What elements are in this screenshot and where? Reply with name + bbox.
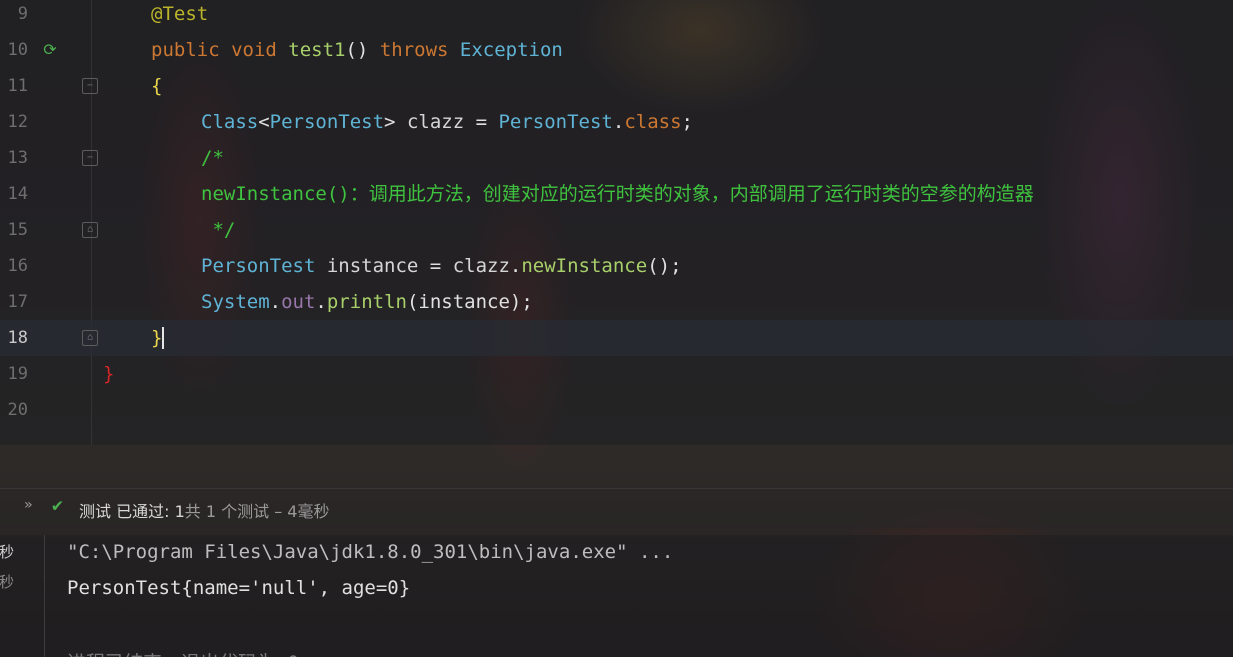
code-text[interactable]: } <box>103 356 114 392</box>
code-token: (instance); <box>406 291 533 313</box>
code-text[interactable]: newInstance()：调用此方法，创建对应的运行时类的对象，内部调用了运行… <box>201 176 1034 212</box>
code-token: ; <box>681 111 693 133</box>
test-summary: 共 1 个测试 – 4毫秒 <box>184 502 330 521</box>
line-number[interactable]: 10 <box>0 32 28 68</box>
line-number[interactable]: 15 <box>0 212 28 248</box>
fold-marker-icon[interactable]: ⌂ <box>82 330 98 346</box>
code-line[interactable]: 18 ⌂} <box>0 320 1233 356</box>
line-number[interactable]: 13 <box>0 140 28 176</box>
console-command-line: "C:\Program Files\Java\jdk1.8.0_301\bin\… <box>67 541 674 563</box>
code-token: class <box>624 111 682 133</box>
code-token: > <box>384 111 407 133</box>
code-editor[interactable]: 9 @Test 10 ⟳ public void test1() throws Exce… <box>0 0 1233 445</box>
code-token: PersonTest <box>201 255 327 277</box>
code-line[interactable]: 14 newInstance()：调用此方法，创建对应的运行时类的对象，内部调用了… <box>0 176 1233 212</box>
code-token: clazz <box>452 255 510 277</box>
code-text[interactable]: System.out.println(instance); <box>201 284 533 320</box>
line-number[interactable]: 20 <box>0 392 28 428</box>
console-exit-line: 进程已结束，退出代码为 0 <box>67 648 299 657</box>
code-text[interactable]: PersonTest instance = clazz.newInstance(… <box>201 248 682 284</box>
code-line[interactable]: 16 PersonTest instance = clazz.newInstanc… <box>0 248 1233 284</box>
check-icon: ✔ <box>52 495 63 516</box>
code-token: Exception <box>459 39 563 61</box>
line-number[interactable]: 16 <box>0 248 28 284</box>
line-number[interactable]: 17 <box>0 284 28 320</box>
code-token: /* <box>201 147 224 169</box>
code-token: = <box>429 255 453 277</box>
code-token: newInstance()：调用此方法，创建对应的运行时类的对象，内部调用了运行… <box>201 183 1034 205</box>
chevron-right-icon[interactable]: » <box>24 497 32 513</box>
code-text[interactable]: Class<PersonTest> clazz = PersonTest.cla… <box>201 104 693 140</box>
line-number[interactable]: 14 <box>0 176 28 212</box>
code-token: clazz <box>406 111 476 133</box>
fold-marker-icon[interactable]: − <box>82 78 98 94</box>
test-time-label: 毫秒 <box>0 573 15 591</box>
test-time-label: 毫秒 <box>0 543 15 561</box>
code-token: . <box>509 255 522 277</box>
line-number[interactable]: 19 <box>0 356 28 392</box>
code-text[interactable]: public void test1() throws Exception <box>151 32 563 68</box>
fold-marker-icon[interactable]: − <box>82 150 98 166</box>
console-output-line: PersonTest{name='null', age=0} <box>67 577 411 599</box>
code-line[interactable]: 11 − { <box>0 68 1233 104</box>
code-line[interactable]: 19} <box>0 356 1233 392</box>
run-test-icon[interactable]: ⟳ <box>40 32 60 68</box>
code-text[interactable]: /* <box>201 140 224 176</box>
code-token: PersonTest <box>269 111 385 133</box>
code-token: @Test <box>151 3 209 25</box>
code-text[interactable]: } <box>151 320 165 356</box>
code-text[interactable]: @Test <box>151 0 208 32</box>
code-token: . <box>612 111 625 133</box>
code-line[interactable]: 20 <box>0 392 1233 428</box>
code-line[interactable]: 12 Class<PersonTest> clazz = PersonTest.c… <box>0 104 1233 140</box>
code-token: void <box>231 39 289 61</box>
code-token: . <box>315 291 327 313</box>
test-status-text: 测试 已通过: 1共 1 个测试 – 4毫秒 <box>79 498 329 522</box>
code-token: () <box>345 39 380 61</box>
code-line[interactable]: 17 System.out.println(instance); <box>0 284 1233 320</box>
code-token: (); <box>647 255 682 277</box>
code-token: < <box>258 111 270 133</box>
code-line[interactable]: 10 ⟳ public void test1() throws Exception <box>0 32 1233 68</box>
code-token: PersonTest <box>498 111 613 133</box>
code-token: */ <box>201 219 236 241</box>
code-text[interactable]: */ <box>201 212 235 248</box>
passed-label: 测试 已通过: 1 <box>79 502 185 521</box>
code-token: throws <box>379 39 460 61</box>
test-tree-column: 毫秒 毫秒 <box>0 535 45 657</box>
code-line[interactable]: 13 − /* <box>0 140 1233 176</box>
code-token: out <box>281 291 316 313</box>
code-line[interactable]: 15 ⌂ */ <box>0 212 1233 248</box>
line-number[interactable]: 9 <box>0 0 28 32</box>
code-text[interactable]: { <box>151 68 162 104</box>
test-results-bar: » ✔ 测试 已通过: 1共 1 个测试 – 4毫秒 <box>0 488 1233 528</box>
code-token: } <box>103 363 115 385</box>
code-token: newInstance <box>521 255 648 277</box>
code-token: { <box>151 75 163 97</box>
code-token: System <box>201 291 270 313</box>
code-token: println <box>326 291 407 313</box>
line-number[interactable]: 11 <box>0 68 28 104</box>
line-number[interactable]: 18 <box>0 320 28 356</box>
code-line[interactable]: 9 @Test <box>0 0 1233 32</box>
code-token: instance <box>326 255 430 277</box>
code-token: . <box>269 291 282 313</box>
fold-marker-icon[interactable]: ⌂ <box>82 222 98 238</box>
code-token: Class <box>201 111 259 133</box>
code-token: test1 <box>288 39 346 61</box>
code-token: public <box>151 39 232 61</box>
code-token: } <box>151 327 165 349</box>
console-output[interactable]: 毫秒 毫秒 "C:\Program Files\Java\jdk1.8.0_30… <box>0 535 1233 657</box>
line-number[interactable]: 12 <box>0 104 28 140</box>
code-token: = <box>475 111 499 133</box>
